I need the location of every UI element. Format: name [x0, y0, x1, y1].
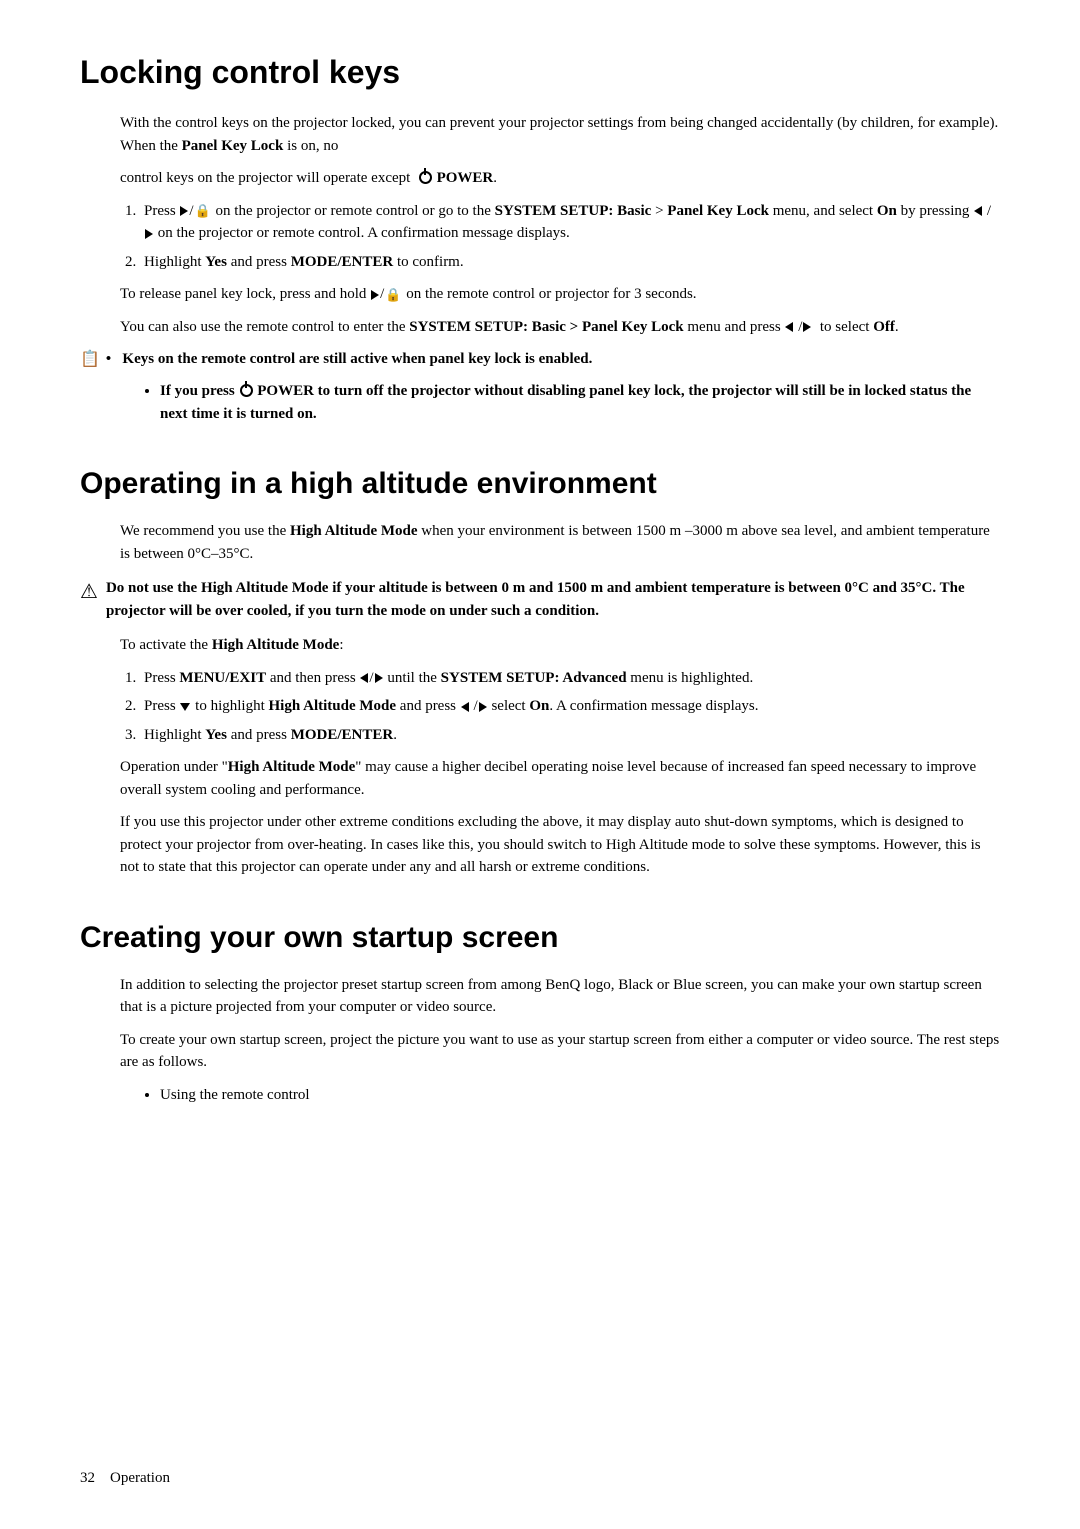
lock-icon: 🔒 — [195, 201, 211, 221]
note-callout-keys: 📋 • Keys on the remote control are still… — [80, 348, 1000, 372]
startup-screen-intro: In addition to selecting the projector p… — [120, 974, 1000, 1019]
startup-screen-title: Creating your own startup screen — [80, 915, 1000, 960]
section-label: Operation — [110, 1470, 170, 1486]
high-altitude-warning: ⚠ Do not use the High Altitude Mode if y… — [80, 577, 1000, 622]
arrow-right-icon-2 — [145, 229, 153, 239]
high-altitude-extreme-para: If you use this projector under other ex… — [120, 811, 1000, 879]
locking-intro-para1: With the control keys on the projector l… — [120, 112, 1000, 157]
high-altitude-step-1: Press MENU/EXIT and then press / until t… — [140, 667, 1000, 690]
locking-step-1: Press /🔒 on the projector or remote cont… — [140, 200, 1000, 245]
note-keys-text: • Keys on the remote control are still a… — [106, 348, 592, 371]
note-callout-icon: 📋 — [80, 348, 100, 372]
arrow-right-icon-3 — [371, 290, 379, 300]
page-number: 32 — [80, 1470, 95, 1486]
arrow-left-icon-4 — [461, 702, 469, 712]
high-altitude-activate: To activate the High Altitude Mode: — [120, 634, 1000, 657]
startup-screen-list: Using the remote control — [160, 1084, 1000, 1107]
high-altitude-noise-para: Operation under "High Altitude Mode" may… — [120, 756, 1000, 801]
high-altitude-title: Operating in a high altitude environment — [80, 461, 1000, 506]
lock-icon-2: 🔒 — [385, 285, 401, 305]
arrow-right-icon-5 — [375, 673, 383, 683]
page-footer: 32 Operation — [80, 1467, 170, 1490]
startup-screen-remote-item: Using the remote control — [160, 1084, 1000, 1107]
high-altitude-warning-text: Do not use the High Altitude Mode if you… — [106, 577, 1000, 622]
arrow-left-icon-3 — [360, 673, 368, 683]
locking-control-keys-title: Locking control keys — [80, 48, 1000, 96]
arrow-left-icon-2 — [785, 322, 793, 332]
startup-screen-section: Creating your own startup screen In addi… — [80, 915, 1000, 1107]
locking-steps-list: Press /🔒 on the projector or remote cont… — [140, 200, 1000, 274]
locking-note-power: If you press POWER to turn off the proje… — [160, 380, 1000, 425]
high-altitude-step-3: Highlight Yes and press MODE/ENTER. — [140, 724, 1000, 747]
locking-step-2: Highlight Yes and press MODE/ENTER to co… — [140, 251, 1000, 274]
power-icon — [419, 171, 432, 184]
high-altitude-step-2: Press to highlight High Altitude Mode an… — [140, 695, 1000, 718]
locking-intro-para2: control keys on the projector will opera… — [120, 167, 1000, 190]
high-altitude-intro: We recommend you use the High Altitude M… — [120, 520, 1000, 565]
startup-screen-instructions: To create your own startup screen, proje… — [120, 1029, 1000, 1074]
locking-notes-list: If you press POWER to turn off the proje… — [160, 380, 1000, 425]
power-icon-2 — [240, 384, 253, 397]
arrow-right-icon-4 — [803, 322, 811, 332]
arrow-down-icon — [180, 703, 190, 711]
arrow-left-icon — [974, 206, 982, 216]
warning-triangle-icon: ⚠ — [80, 577, 98, 607]
high-altitude-steps: Press MENU/EXIT and then press / until t… — [140, 667, 1000, 747]
arrow-right-icon-6 — [479, 702, 487, 712]
locking-remote-para: You can also use the remote control to e… — [120, 316, 1000, 339]
arrow-right-icon — [180, 206, 188, 216]
high-altitude-section: Operating in a high altitude environment… — [80, 461, 1000, 879]
locking-control-keys-section: Locking control keys With the control ke… — [80, 48, 1000, 425]
locking-release-para: To release panel key lock, press and hol… — [120, 283, 1000, 306]
